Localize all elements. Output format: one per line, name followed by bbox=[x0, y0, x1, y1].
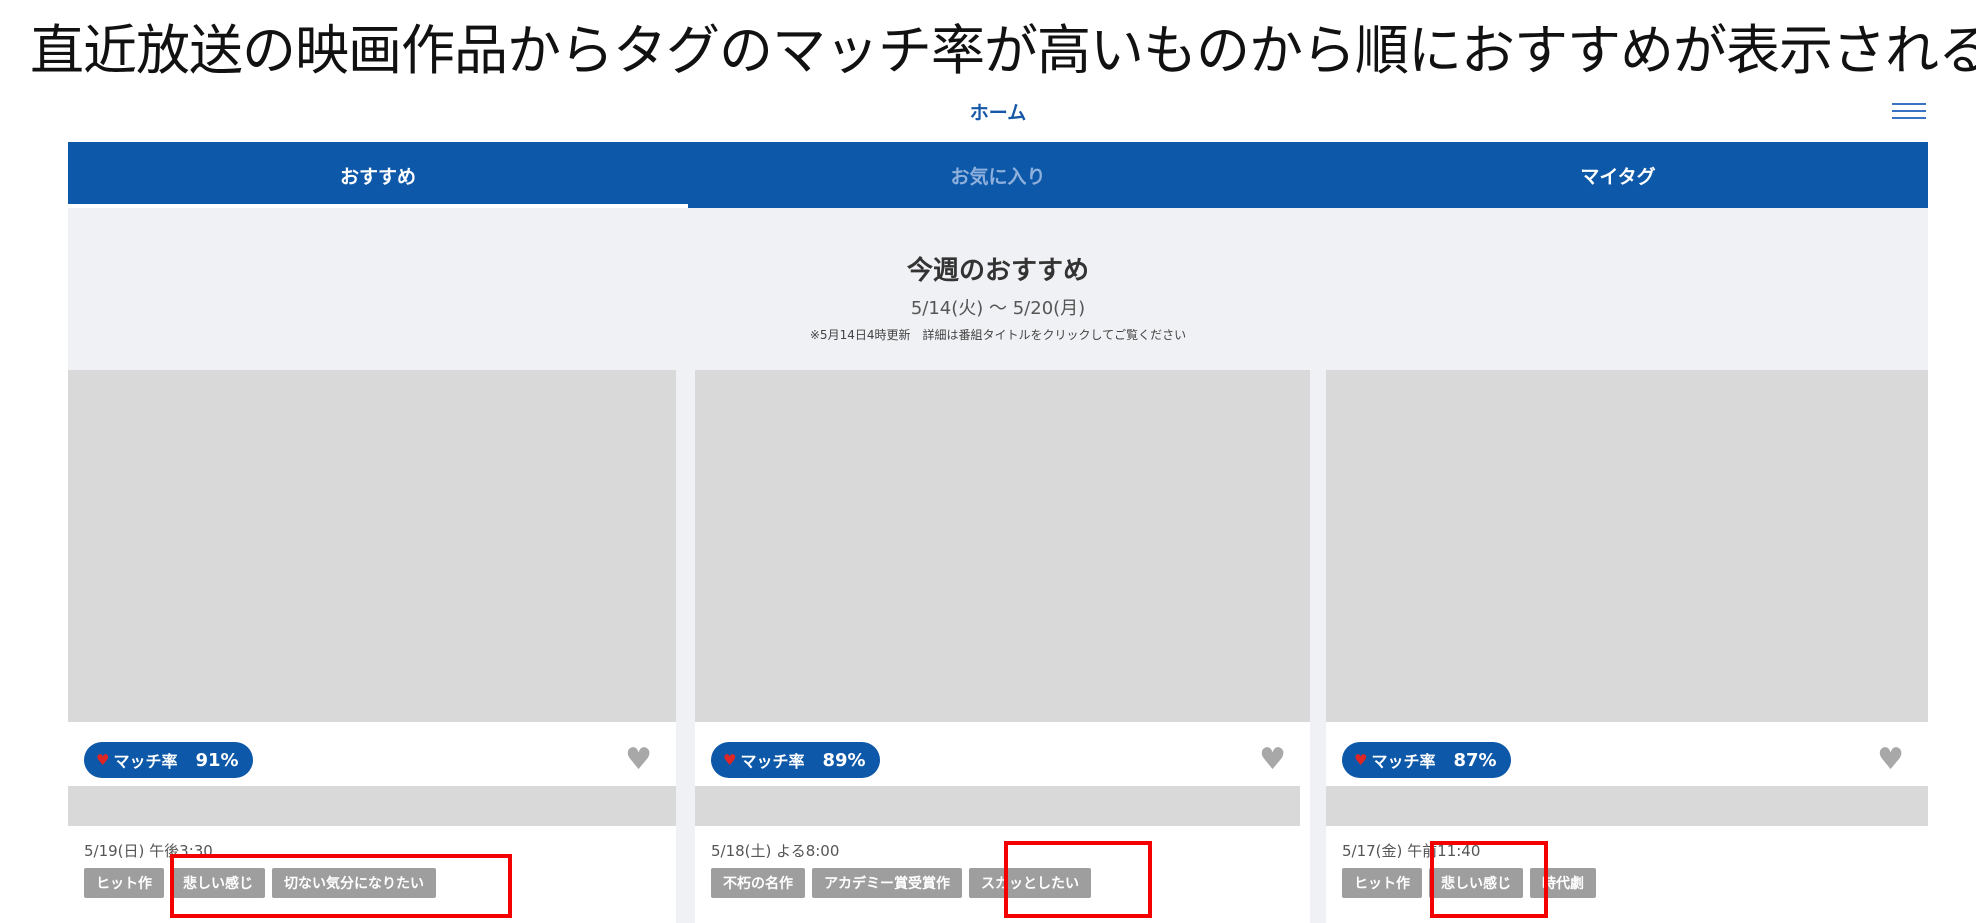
match-badge: ♥ マッチ率 91% bbox=[84, 742, 253, 778]
tab-recommend[interactable]: おすすめ bbox=[68, 142, 688, 208]
tag[interactable]: ヒット作 bbox=[1342, 868, 1422, 898]
hamburger-icon[interactable] bbox=[1892, 98, 1926, 122]
program-card[interactable]: ♥ マッチ率 89% ♥ 5/18(土) よる8:00 不朽の名作 アカデミー賞… bbox=[695, 370, 1310, 923]
highlight-box bbox=[1004, 841, 1152, 918]
air-time: 5/18(土) よる8:00 bbox=[711, 842, 840, 860]
tab-mytags[interactable]: マイタグ bbox=[1308, 142, 1928, 208]
match-badge: ♥ マッチ率 87% bbox=[1342, 742, 1511, 778]
match-label: マッチ率 bbox=[113, 752, 178, 771]
tag[interactable]: ヒット作 bbox=[84, 868, 164, 898]
program-card[interactable]: ♥ マッチ率 87% ♥ 5/17(金) 午前11:40 ヒット作 悲しい感じ … bbox=[1326, 370, 1928, 923]
match-value: 89% bbox=[822, 749, 866, 771]
update-note: ※5月14日4時更新 詳細は番組タイトルをクリックしてご覧ください bbox=[809, 328, 1187, 342]
program-card[interactable]: ♥ マッチ率 91% ♥ 5/19(日) 午後3:30 ヒット作 悲しい感じ 切… bbox=[68, 370, 676, 923]
match-value: 91% bbox=[195, 749, 239, 771]
match-label: マッチ率 bbox=[740, 752, 805, 771]
tab-favorites[interactable]: お気に入り bbox=[688, 142, 1308, 208]
match-badge: ♥ マッチ率 89% bbox=[711, 742, 880, 778]
section-title: 今週のおすすめ bbox=[906, 256, 1089, 286]
top-bar: ホーム bbox=[68, 90, 1928, 142]
thumbnail-image[interactable] bbox=[68, 370, 676, 722]
program-title[interactable] bbox=[1326, 786, 1928, 826]
favorite-heart-icon[interactable]: ♥ bbox=[1259, 742, 1286, 778]
highlight-box bbox=[170, 854, 512, 918]
thumbnail-image[interactable] bbox=[695, 370, 1310, 722]
favorite-heart-icon[interactable]: ♥ bbox=[625, 742, 652, 778]
program-title[interactable] bbox=[68, 786, 676, 826]
heart-icon: ♥ bbox=[1354, 751, 1368, 769]
match-label: マッチ率 bbox=[1371, 752, 1436, 771]
app-frame: ホーム おすすめ お気に入り マイタグ 今週のおすすめ 5/14(火) ～ 5/… bbox=[68, 90, 1928, 923]
page-title: ホーム bbox=[969, 102, 1027, 124]
date-range: 5/14(火) ～ 5/20(月) bbox=[910, 298, 1086, 319]
annotation-caption: 直近放送の映画作品からタグのマッチ率が高いものから順におすすめが表示される bbox=[30, 19, 1976, 82]
match-value: 87% bbox=[1453, 749, 1497, 771]
tag[interactable]: 不朽の名作 bbox=[711, 868, 805, 898]
heart-icon: ♥ bbox=[723, 751, 737, 769]
favorite-heart-icon[interactable]: ♥ bbox=[1877, 742, 1904, 778]
heart-icon: ♥ bbox=[96, 751, 110, 769]
tab-bar: おすすめ お気に入り マイタグ bbox=[68, 142, 1928, 208]
tag[interactable]: アカデミー賞受賞作 bbox=[812, 868, 962, 898]
card-list: ♥ マッチ率 91% ♥ 5/19(日) 午後3:30 ヒット作 悲しい感じ 切… bbox=[68, 370, 1928, 923]
program-title[interactable] bbox=[695, 786, 1300, 826]
highlight-box bbox=[1430, 841, 1548, 918]
weekly-header: 今週のおすすめ 5/14(火) ～ 5/20(月) ※5月14日4時更新 詳細は… bbox=[68, 208, 1928, 370]
thumbnail-image[interactable] bbox=[1326, 370, 1928, 722]
